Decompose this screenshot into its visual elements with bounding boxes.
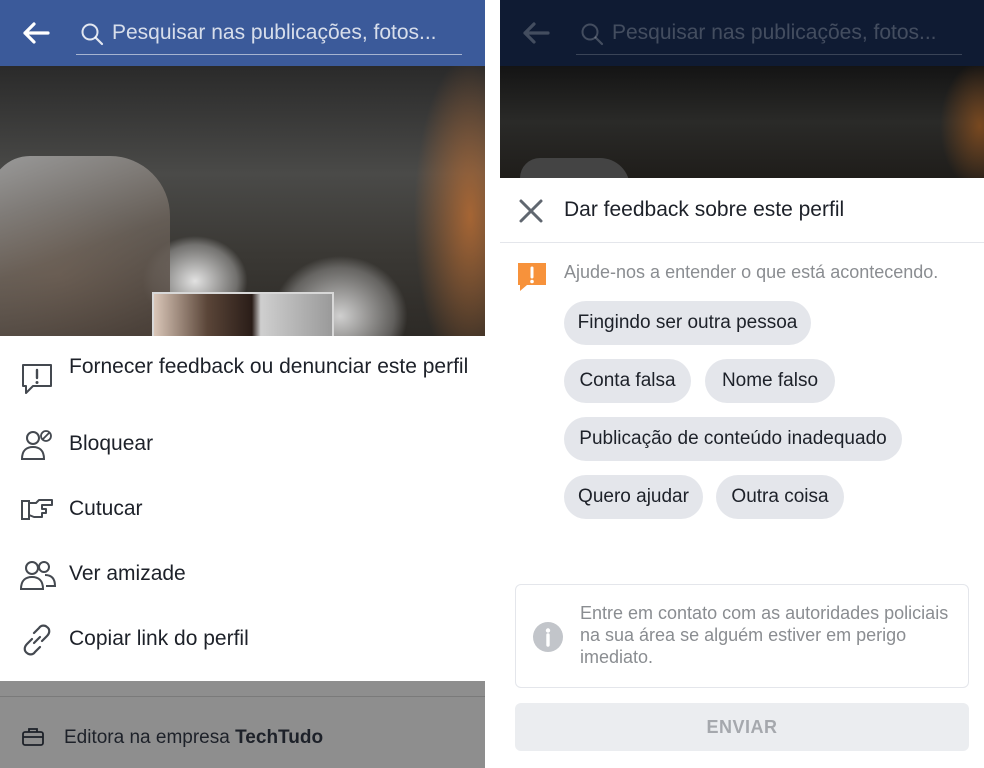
- cover-photo-car: [0, 156, 170, 336]
- work-company: TechTudo: [235, 727, 324, 748]
- option-chip[interactable]: Conta falsa: [564, 359, 691, 403]
- search-placeholder: Pesquisar nas publicações, fotos...: [612, 21, 937, 44]
- back-arrow-icon: [522, 21, 550, 45]
- top-bar: Pesquisar nas publicações, fotos...: [0, 0, 485, 66]
- option-chip[interactable]: Fingindo ser outra pessoa: [564, 301, 811, 345]
- cover-photo-car: [520, 158, 630, 178]
- option-chip[interactable]: Quero ajudar: [564, 475, 703, 519]
- menu-item-poke[interactable]: Cutucar: [0, 487, 485, 531]
- menu-item-block[interactable]: Bloquear: [0, 422, 485, 466]
- search-input-dimmed: Pesquisar nas publicações, fotos...: [576, 12, 962, 55]
- menu-item-label: Ver amizade: [69, 562, 186, 585]
- divider: [0, 696, 485, 697]
- search-icon: [81, 23, 104, 46]
- back-arrow-icon[interactable]: [22, 21, 50, 45]
- menu-item-label: Copiar link do perfil: [69, 627, 249, 650]
- profile-options-sheet: Fornecer feedback ou denunciar este perf…: [0, 336, 485, 681]
- briefcase-icon: [22, 726, 44, 753]
- search-placeholder: Pesquisar nas publicações, fotos...: [112, 21, 437, 44]
- friendship-icon: [19, 558, 57, 597]
- feedback-dialog: Dar feedback sobre este perfil Ajude-nos…: [500, 178, 984, 768]
- search-icon: [581, 23, 604, 46]
- block-user-icon: [20, 428, 54, 467]
- menu-item-copy-link[interactable]: Copiar link do perfil: [0, 617, 485, 661]
- option-chip[interactable]: Publicação de conteúdo inadequado: [564, 417, 902, 461]
- menu-item-label: Fornecer feedback ou denunciar este perf…: [69, 355, 469, 378]
- top-bar-dimmed: Pesquisar nas publicações, fotos...: [500, 0, 984, 66]
- info-icon: [532, 621, 564, 658]
- dialog-title: Dar feedback sobre este perfil: [564, 198, 845, 221]
- profile-picture[interactable]: [152, 292, 334, 336]
- profile-info-dimmed: Editora na empresa TechTudo: [0, 681, 485, 768]
- dialog-header: Dar feedback sobre este perfil: [500, 178, 984, 243]
- close-icon[interactable]: [518, 198, 544, 224]
- cover-photo-dimmed: [500, 66, 984, 178]
- menu-item-report[interactable]: Fornecer feedback ou denunciar este perf…: [0, 352, 485, 410]
- report-icon: [20, 362, 54, 401]
- send-button[interactable]: ENVIAR: [515, 703, 969, 751]
- search-input[interactable]: Pesquisar nas publicações, fotos...: [76, 12, 462, 55]
- notice-text: Entre em contato com as autoridades poli…: [580, 603, 949, 667]
- menu-item-label: Bloquear: [69, 432, 154, 455]
- safety-notice: Entre em contato com as autoridades poli…: [515, 584, 969, 688]
- link-icon: [20, 623, 54, 662]
- poke-icon: [20, 495, 54, 530]
- profile-menu-screen: Pesquisar nas publicações, fotos... Forn…: [0, 0, 485, 768]
- option-chip[interactable]: Outra coisa: [716, 475, 844, 519]
- feedback-screen: Pesquisar nas publicações, fotos... Dar …: [500, 0, 984, 768]
- work-prefix: Editora na empresa: [64, 727, 230, 748]
- panel-divider: [485, 0, 500, 768]
- menu-item-label: Cutucar: [69, 497, 143, 520]
- dialog-hint: Ajude-nos a entender o que está acontece…: [564, 262, 939, 282]
- option-chip[interactable]: Nome falso: [705, 359, 835, 403]
- work-info: Editora na empresa TechTudo: [64, 727, 323, 749]
- cover-photo: [0, 66, 485, 336]
- warning-icon: [516, 261, 548, 298]
- menu-item-friendship[interactable]: Ver amizade: [0, 552, 485, 596]
